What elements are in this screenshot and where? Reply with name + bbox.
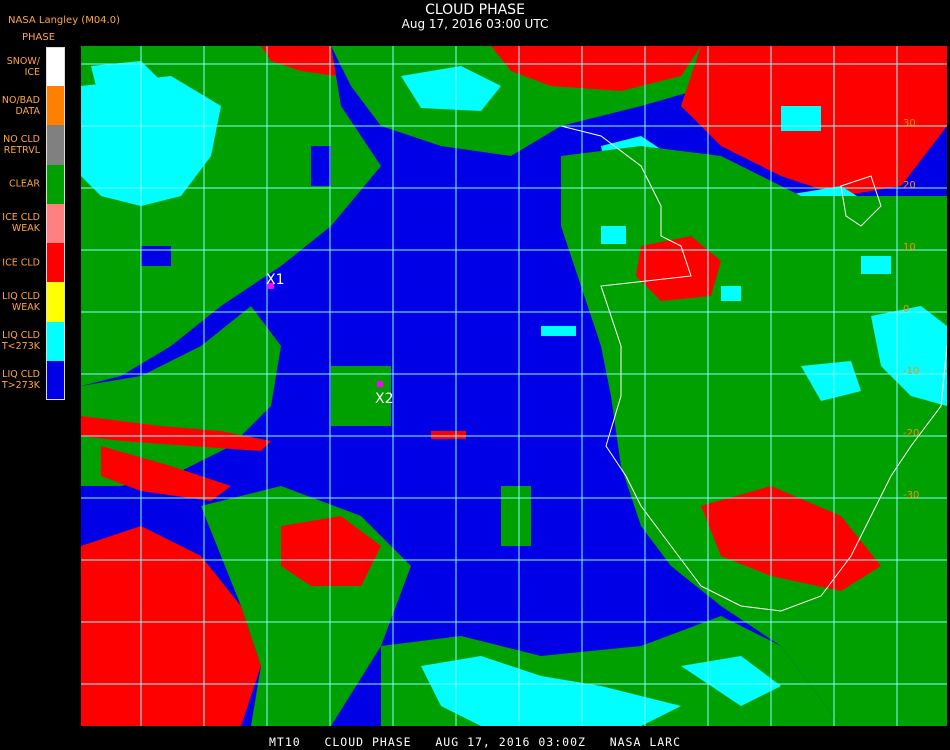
legend-item: LIQ CLD T>273K <box>0 360 66 400</box>
legend-label: ICE CLD <box>2 257 40 269</box>
grid-label: 0 <box>903 304 909 315</box>
legend-item: LIQ CLD T<273K <box>0 321 66 361</box>
legend-swatch <box>46 321 65 361</box>
legend-item: ICE CLD WEAK <box>0 203 66 244</box>
legend-label: LIQ CLD WEAK <box>2 290 40 313</box>
legend-swatch <box>46 164 65 204</box>
legend-label: CLEAR <box>8 178 40 190</box>
legend-swatch <box>46 203 65 244</box>
map-subtitle: Aug 17, 2016 03:00 UTC <box>401 17 549 31</box>
legend-swatch <box>46 360 65 400</box>
grid-label: 10 <box>903 242 916 253</box>
legend-swatch <box>46 86 65 126</box>
legend-item: SNOW/ ICE <box>0 47 66 87</box>
phase-legend: SNOW/ ICE NO/BAD DATA NO CLD RETRVL CLEAR IC… <box>0 47 66 400</box>
legend-label: NO/BAD DATA <box>1 94 40 117</box>
legend-swatch <box>46 125 65 165</box>
cloud-phase-map: 30 20 10 0 -10 -20 -30 X1 X2 <box>81 46 947 726</box>
map-footer: MT10 CLOUD PHASE AUG 17, 2016 03:00Z NAS… <box>268 735 682 749</box>
marker-x1-label: X1 <box>266 272 285 288</box>
grid-label: -30 <box>903 490 919 501</box>
legend-item: NO CLD RETRVL <box>0 125 66 165</box>
legend-item: CLEAR <box>0 164 66 204</box>
legend-swatch <box>46 282 65 322</box>
legend-label: LIQ CLD T>273K <box>1 369 40 392</box>
legend-title: PHASE <box>22 32 56 43</box>
grid-label: 20 <box>903 180 916 191</box>
legend-swatch <box>46 243 65 283</box>
map-title: CLOUD PHASE <box>425 2 525 18</box>
legend-item: LIQ CLD WEAK <box>0 282 66 322</box>
legend-label: NO CLD RETRVL <box>3 134 40 157</box>
legend-label: LIQ CLD T<273K <box>1 330 40 353</box>
marker-x2-label: X2 <box>375 391 394 407</box>
legend-item: NO/BAD DATA <box>0 86 66 126</box>
legend-item: ICE CLD <box>0 243 66 283</box>
legend-label: SNOW/ ICE <box>6 55 40 78</box>
marker-x2-point <box>377 381 383 387</box>
grid-label: -10 <box>903 366 919 377</box>
legend-label: ICE CLD WEAK <box>2 212 40 235</box>
grid-label: -20 <box>903 428 919 439</box>
grid-label: 30 <box>903 118 916 129</box>
map-image: 30 20 10 0 -10 -20 -30 X1 X2 <box>81 46 947 726</box>
legend-swatch <box>46 47 65 87</box>
